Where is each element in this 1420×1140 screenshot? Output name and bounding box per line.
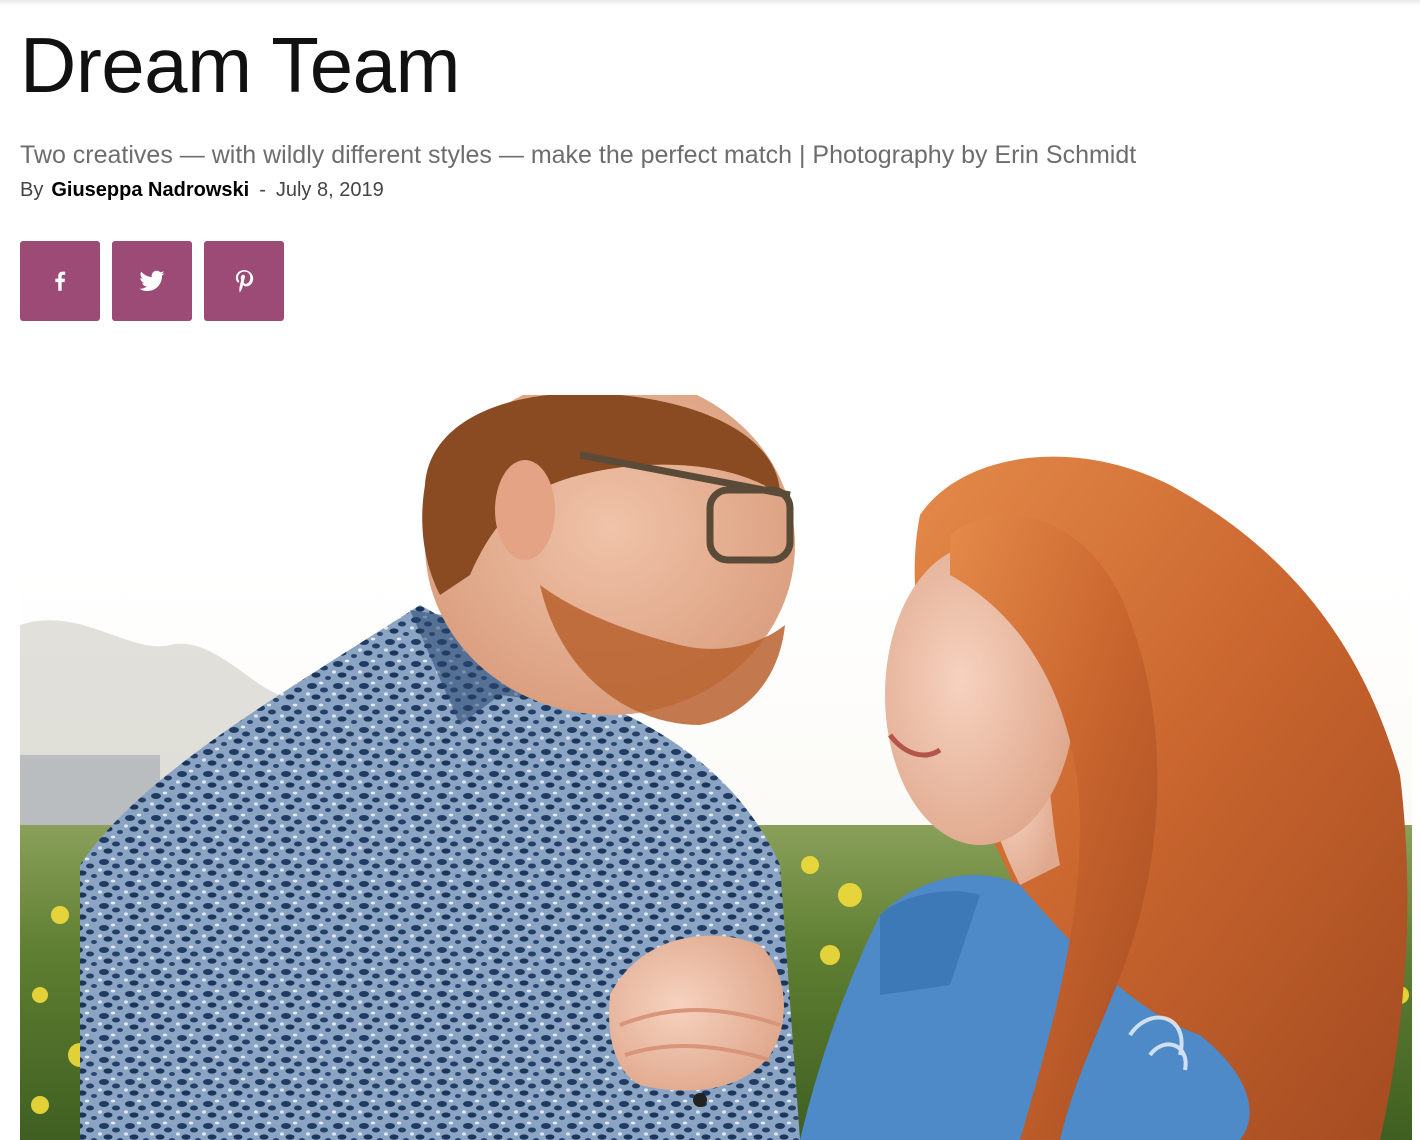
twitter-share-button[interactable]	[112, 241, 192, 321]
top-divider	[0, 0, 1420, 6]
author-link[interactable]: Giuseppa Nadrowski	[51, 179, 249, 201]
byline-prefix: By	[20, 179, 44, 201]
article-subtitle: Two creatives — with wildly different st…	[20, 141, 1137, 169]
hero-image	[20, 395, 1412, 1140]
share-buttons	[20, 241, 284, 321]
twitter-icon	[139, 270, 165, 291]
couple-photo	[20, 395, 1412, 1140]
meta-separator: -	[259, 179, 266, 201]
article-meta: By Giuseppa Nadrowski - July 8, 2019	[20, 176, 384, 204]
facebook-share-button[interactable]	[20, 241, 100, 321]
facebook-icon	[55, 271, 66, 291]
pinterest-share-button[interactable]	[204, 241, 284, 321]
publish-date: July 8, 2019	[275, 179, 384, 201]
pinterest-icon	[235, 270, 254, 293]
page-title: Dream Team	[20, 21, 461, 109]
